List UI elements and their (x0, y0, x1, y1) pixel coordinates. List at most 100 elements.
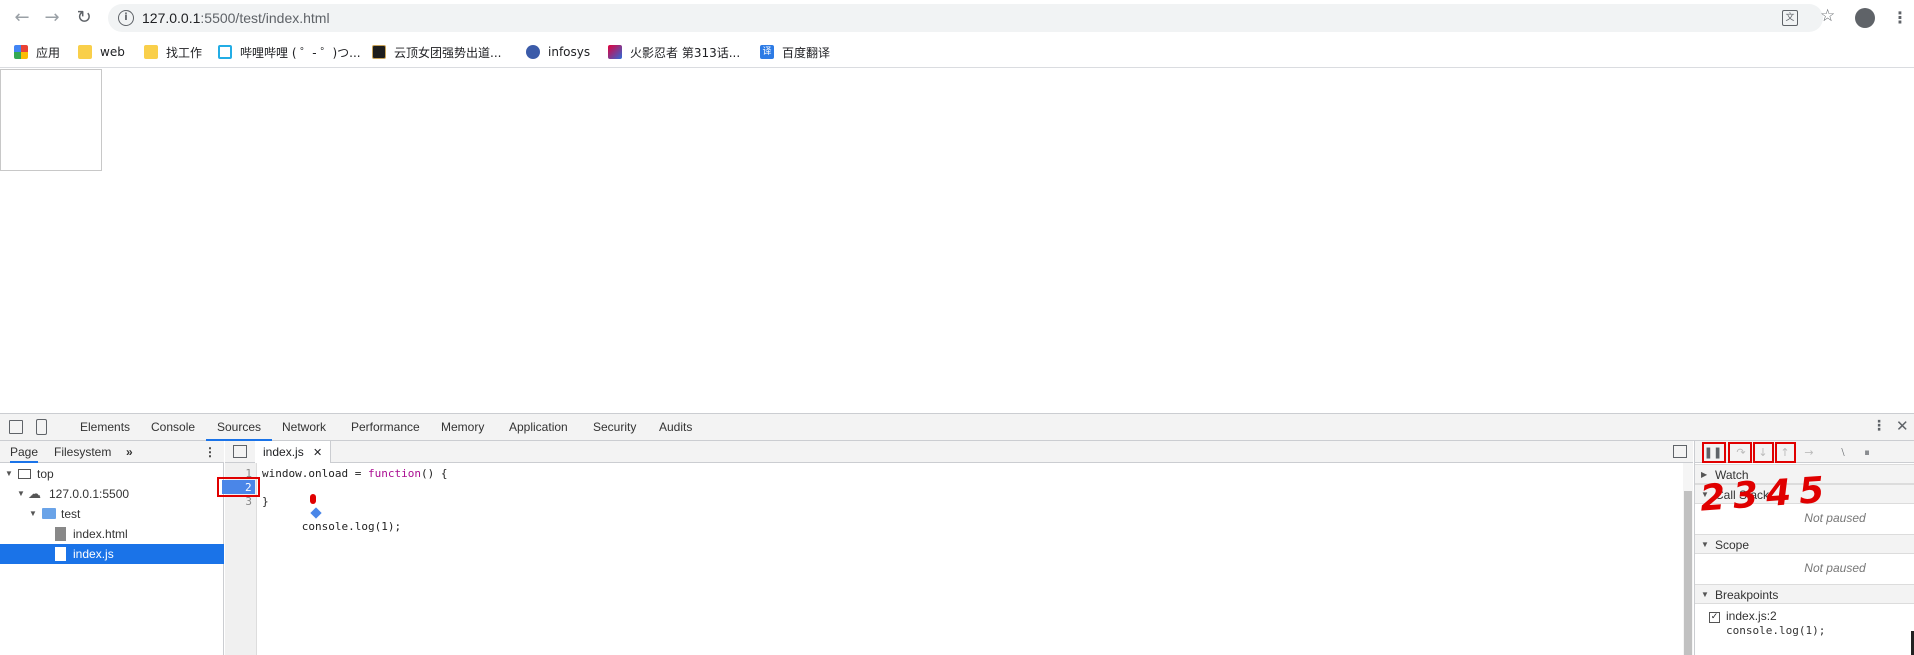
bookmark-baidu-translate[interactable]: 译 百度翻译 (760, 44, 830, 60)
address-bar[interactable]: i 127.0.0.1:5500/test/index.html 文 ☆ (108, 4, 1835, 32)
code-editor: index.js ✕ 1 2 3 2 window.onload = funct… (217, 441, 1693, 655)
code-text: window.onload = function() { (262, 467, 448, 480)
cloud-icon: ☁ (28, 486, 41, 501)
bookmark-apps[interactable]: 应用 (14, 44, 60, 60)
tab-audits[interactable]: Audits (659, 414, 692, 441)
devtools-panel: Elements Console Sources Network Perform… (0, 413, 1914, 655)
scrollbar-thumb[interactable] (1684, 491, 1692, 655)
device-toolbar-icon[interactable] (36, 419, 47, 435)
code-line-2[interactable]: console.log(1); (262, 481, 401, 546)
code-text: } (262, 495, 269, 508)
tab-sources[interactable]: Sources (206, 414, 273, 441)
tab-console[interactable]: Console (151, 414, 195, 441)
pause-on-exceptions-icon[interactable]: ⏸ (1857, 444, 1877, 461)
back-arrow-icon[interactable]: ← (12, 8, 32, 28)
expanded-triangle-icon: ▼ (1701, 540, 1709, 549)
bookmark-naruto[interactable]: 火影忍者 第313话... (608, 44, 740, 60)
forward-arrow-icon[interactable]: → (42, 8, 62, 28)
editor-scrollbar[interactable] (1683, 463, 1693, 655)
bilibili-icon (218, 45, 232, 59)
bookmark-web[interactable]: web (78, 44, 125, 60)
bookmark-label: 哔哩哔哩 ( ゜- ゜)つ... (240, 45, 361, 60)
apps-grid-icon (14, 45, 28, 59)
toggle-debugger-icon[interactable] (1673, 445, 1687, 458)
tree-label: top (37, 467, 54, 481)
bookmark-label: web (100, 45, 125, 59)
url-text[interactable]: 127.0.0.1:5500/test/index.html (142, 10, 330, 26)
file-icon (55, 547, 66, 561)
annotation-box-4 (1753, 442, 1774, 463)
tree-item-top[interactable]: ▼ top (0, 464, 224, 484)
tree-item-host[interactable]: ▼ ☁ 127.0.0.1:5500 (0, 484, 224, 504)
tree-item-index-js[interactable]: index.js (0, 544, 224, 564)
menu-kebab-icon[interactable]: ⋮ (1892, 8, 1908, 27)
more-tabs-icon[interactable]: » (126, 441, 133, 463)
tab-security[interactable]: Security (593, 414, 636, 441)
profile-avatar-icon[interactable] (1855, 8, 1875, 28)
deactivate-breakpoints-icon[interactable]: ⧵ (1833, 444, 1853, 461)
section-scope[interactable]: ▼ Scope (1695, 534, 1914, 554)
infosys-icon (526, 45, 540, 59)
tab-filesystem[interactable]: Filesystem (54, 441, 111, 463)
code-line-1[interactable]: window.onload = function() { (262, 467, 447, 480)
tab-page[interactable]: Page (10, 441, 39, 463)
annotation-box-breakpoint (217, 477, 260, 497)
lol-icon (372, 45, 386, 59)
scope-status: Not paused (1804, 561, 1866, 575)
bookmark-jobs[interactable]: 找工作 (144, 44, 202, 60)
file-icon (55, 527, 66, 541)
inline-breakpoint-icon[interactable] (310, 507, 322, 519)
info-icon[interactable]: i (118, 10, 134, 26)
tree-label: 127.0.0.1:5500 (49, 487, 130, 501)
browser-toolbar: ← → ↻ i 127.0.0.1:5500/test/index.html 文… (0, 0, 1914, 36)
close-tab-icon[interactable]: ✕ (313, 447, 322, 459)
bookmark-bilibili[interactable]: 哔哩哔哩 ( ゜- ゜)つ... (218, 44, 361, 60)
tab-memory[interactable]: Memory (441, 414, 484, 441)
tab-performance[interactable]: Performance (351, 414, 420, 441)
navigator-tab-bar: Page Filesystem » ⋮ (0, 441, 224, 463)
translate-icon[interactable]: 文 (1782, 10, 1798, 26)
devtools-menu-icon[interactable]: ⋮ (1872, 418, 1886, 434)
bookmark-lol[interactable]: 云顶女团强势出道... (372, 44, 501, 60)
breakpoint-line-number: 2 (245, 481, 252, 494)
section-breakpoints[interactable]: ▼ Breakpoints (1695, 584, 1914, 604)
tab-elements[interactable]: Elements (80, 414, 130, 441)
star-icon[interactable]: ☆ (1820, 6, 1835, 26)
annotation-box-3 (1728, 442, 1752, 463)
step-icon[interactable]: → (1799, 444, 1819, 461)
bookmarks-bar: 应用 web 找工作 哔哩哔哩 ( ゜- ゜)つ... 云顶女团强势出道... … (0, 36, 1914, 68)
video-site-icon (608, 45, 622, 59)
bookmark-label: 云顶女团强势出道... (394, 45, 502, 60)
bookmark-label: 火影忍者 第313话... (630, 45, 741, 60)
breakpoint-location[interactable]: index.js:2 (1726, 609, 1777, 623)
code-text: console.log(1); (301, 520, 402, 533)
bookmark-label: 应用 (36, 45, 61, 60)
folder-icon (144, 45, 158, 59)
handwritten-mark-icon (309, 494, 316, 504)
editor-tab-index-js[interactable]: index.js ✕ (255, 441, 332, 463)
tab-network[interactable]: Network (282, 414, 326, 441)
page-div-box (0, 69, 102, 171)
reload-icon[interactable]: ↻ (74, 8, 94, 28)
expand-triangle-icon: ▼ (17, 489, 25, 498)
toggle-navigator-icon[interactable] (233, 445, 247, 458)
navigator-menu-icon[interactable]: ⋮ (204, 441, 216, 463)
bookmark-label: 找工作 (166, 45, 203, 60)
expanded-triangle-icon: ▼ (1701, 590, 1709, 599)
expand-triangle-icon: ▼ (29, 509, 37, 518)
url-path: :5500/test/index.html (200, 10, 330, 26)
tree-item-test-folder[interactable]: ▼ test (0, 504, 224, 524)
tab-application[interactable]: Application (509, 414, 568, 441)
url-host: 127.0.0.1 (142, 10, 201, 26)
close-icon[interactable]: ✕ (1896, 417, 1909, 435)
tree-item-index-html[interactable]: index.html (0, 524, 224, 544)
bookmark-label: 百度翻译 (782, 45, 831, 60)
sources-navigator: Page Filesystem » ⋮ ▼ top ▼ ☁ 127.0.0.1:… (0, 441, 224, 655)
expand-triangle-icon: ▼ (5, 469, 13, 478)
inspect-element-icon[interactable] (9, 420, 23, 434)
code-line-3[interactable]: } (262, 495, 269, 508)
folder-icon (78, 45, 92, 59)
bookmark-infosys[interactable]: infosys (526, 44, 590, 60)
frame-icon (18, 469, 31, 479)
breakpoint-checkbox[interactable]: ✓ (1709, 612, 1720, 623)
